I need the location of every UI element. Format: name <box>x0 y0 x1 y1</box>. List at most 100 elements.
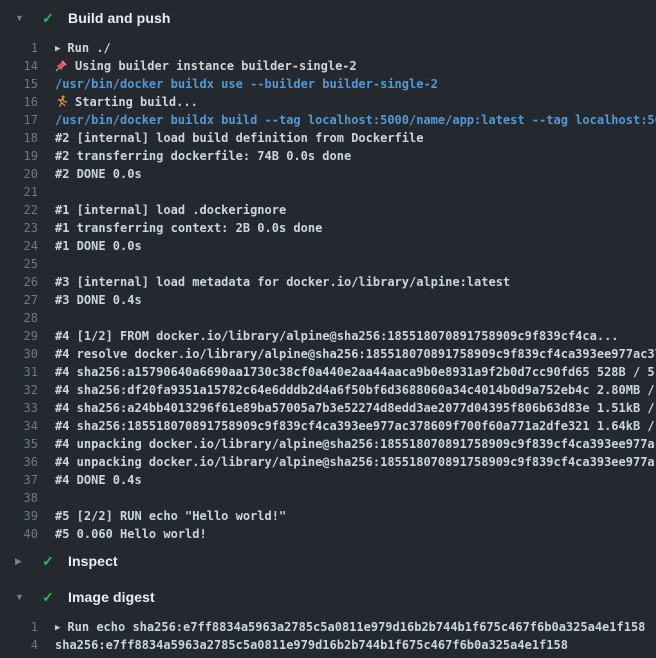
line-text: #3 [internal] load metadata for docker.i… <box>55 275 510 289</box>
line-number[interactable]: 31 <box>0 365 38 379</box>
line-number[interactable]: 37 <box>0 473 38 487</box>
line-number[interactable]: 36 <box>0 455 38 469</box>
section-toggle-icon[interactable]: ▼ <box>15 593 28 602</box>
line-number[interactable]: 19 <box>0 149 38 163</box>
log-line: 18 #2 [internal] load build definition f… <box>0 129 656 147</box>
line-number[interactable]: 1 <box>0 620 38 634</box>
line-text: #5 0.060 Hello world! <box>55 527 207 541</box>
section-header[interactable]: ▶ ✓ Inspect <box>0 543 656 579</box>
line-number[interactable]: 28 <box>0 311 38 325</box>
log-line: 28 <box>0 309 656 327</box>
line-number[interactable]: 20 <box>0 167 38 181</box>
check-success-icon: ✓ <box>40 554 56 568</box>
log-line: 33 #4 sha256:a24bb4013296f61e89ba57005a7… <box>0 399 656 417</box>
log-section: ▶ ✓ Inspect <box>0 543 656 579</box>
line-number[interactable]: 4 <box>0 638 38 652</box>
section-title[interactable]: Build and push <box>68 10 171 26</box>
check-success-icon: ✓ <box>40 11 56 25</box>
line-text: #2 DONE 0.0s <box>55 167 142 181</box>
log-line: 40 #5 0.060 Hello world! <box>0 525 656 543</box>
log-line: 26 #3 [internal] load metadata for docke… <box>0 273 656 291</box>
log-line: 4 sha256:e7ff8834a5963a2785c5a0811e979d1… <box>0 636 656 654</box>
line-text: #4 sha256:df20fa9351a15782c64e6dddb2d4a6… <box>55 383 655 397</box>
line-text: #4 unpacking docker.io/library/alpine@sh… <box>55 437 655 451</box>
line-number[interactable]: 29 <box>0 329 38 343</box>
line-text: #1 DONE 0.0s <box>55 239 142 253</box>
line-number[interactable]: 30 <box>0 347 38 361</box>
section-header[interactable]: ▼ ✓ Image digest <box>0 579 656 615</box>
log-line: 17 /usr/bin/docker buildx build --tag lo… <box>0 111 656 129</box>
log-line: 39 #5 [2/2] RUN echo "Hello world!" <box>0 507 656 525</box>
log-line: 38 <box>0 489 656 507</box>
line-text: #1 [internal] load .dockerignore <box>55 203 286 217</box>
log-line: 23 #1 transferring context: 2B 0.0s done <box>0 219 656 237</box>
section-header[interactable]: ▼ ✓ Build and push <box>0 0 656 36</box>
log-line: 37 #4 DONE 0.4s <box>0 471 656 489</box>
line-number[interactable]: 35 <box>0 437 38 451</box>
log-section: ▼ ✓ Image digest 1 ▶Run echo sha256:e7ff… <box>0 579 656 654</box>
log-line: 32 #4 sha256:df20fa9351a15782c64e6dddb2d… <box>0 381 656 399</box>
log-line: 31 #4 sha256:a15790640a6690aa1730c38cf0a… <box>0 363 656 381</box>
log-line: 21 <box>0 183 656 201</box>
log-line: 19 #2 transferring dockerfile: 74B 0.0s … <box>0 147 656 165</box>
line-number[interactable]: 38 <box>0 491 38 505</box>
line-number[interactable]: 34 <box>0 419 38 433</box>
line-text: #4 unpacking docker.io/library/alpine@sh… <box>55 455 655 469</box>
expand-run-icon[interactable]: ▶ <box>55 623 60 633</box>
line-text: #4 sha256:a24bb4013296f61e89ba57005a7b3e… <box>55 401 655 415</box>
section-title[interactable]: Image digest <box>68 589 155 605</box>
line-number[interactable]: 32 <box>0 383 38 397</box>
line-text: #2 transferring dockerfile: 74B 0.0s don… <box>55 149 351 163</box>
log-line: 15 /usr/bin/docker buildx use --builder … <box>0 75 656 93</box>
line-number[interactable]: 17 <box>0 113 38 127</box>
section-lines: 1 ▶Run echo sha256:e7ff8834a5963a2785c5a… <box>0 618 656 654</box>
log-line: 25 <box>0 255 656 273</box>
expand-run-icon[interactable]: ▶ <box>55 44 60 54</box>
log-line: 1 ▶Run echo sha256:e7ff8834a5963a2785c5a… <box>0 618 656 636</box>
line-text: ▶Run echo sha256:e7ff8834a5963a2785c5a08… <box>55 620 645 634</box>
line-number[interactable]: 40 <box>0 527 38 541</box>
line-number[interactable]: 14 <box>0 59 38 73</box>
line-number[interactable]: 23 <box>0 221 38 235</box>
line-text: Using builder instance builder-single-2 <box>55 59 357 73</box>
section-lines: 1 ▶Run ./ 14 Using builder instance buil… <box>0 39 656 543</box>
line-text: #3 DONE 0.4s <box>55 293 142 307</box>
line-text: #2 [internal] load build definition from… <box>55 131 423 145</box>
line-text: #4 sha256:a15790640a6690aa1730c38cf0a440… <box>55 365 655 379</box>
log-line: 14 Using builder instance builder-single… <box>0 57 656 75</box>
log-line: 34 #4 sha256:185518070891758909c9f839cf4… <box>0 417 656 435</box>
line-number[interactable]: 39 <box>0 509 38 523</box>
line-number[interactable]: 21 <box>0 185 38 199</box>
line-number[interactable]: 27 <box>0 293 38 307</box>
line-text: sha256:e7ff8834a5963a2785c5a0811e979d16b… <box>55 638 568 652</box>
section-toggle-icon[interactable]: ▼ <box>15 14 28 23</box>
workflow-log-viewer: ▼ ✓ Build and push 1 ▶Run ./ 14 Using bu… <box>0 0 656 654</box>
check-success-icon: ✓ <box>40 590 56 604</box>
line-text: /usr/bin/docker buildx build --tag local… <box>55 113 656 127</box>
line-text: #5 [2/2] RUN echo "Hello world!" <box>55 509 286 523</box>
line-number[interactable]: 1 <box>0 41 38 55</box>
line-number[interactable]: 15 <box>0 77 38 91</box>
line-text: Starting build... <box>55 95 198 109</box>
line-text: #4 [1/2] FROM docker.io/library/alpine@s… <box>55 329 619 343</box>
log-line: 35 #4 unpacking docker.io/library/alpine… <box>0 435 656 453</box>
log-line: 36 #4 unpacking docker.io/library/alpine… <box>0 453 656 471</box>
log-line: 29 #4 [1/2] FROM docker.io/library/alpin… <box>0 327 656 345</box>
line-text: #4 DONE 0.4s <box>55 473 142 487</box>
log-line: 24 #1 DONE 0.0s <box>0 237 656 255</box>
line-number[interactable]: 33 <box>0 401 38 415</box>
line-text: #4 resolve docker.io/library/alpine@sha2… <box>55 347 656 361</box>
line-text: ▶Run ./ <box>55 41 111 55</box>
log-line: 30 #4 resolve docker.io/library/alpine@s… <box>0 345 656 363</box>
line-number[interactable]: 24 <box>0 239 38 253</box>
line-number[interactable]: 25 <box>0 257 38 271</box>
section-toggle-icon[interactable]: ▶ <box>15 557 28 566</box>
line-text: /usr/bin/docker buildx use --builder bui… <box>55 77 438 91</box>
section-title[interactable]: Inspect <box>68 553 118 569</box>
line-number[interactable]: 26 <box>0 275 38 289</box>
log-line: 16 Starting build... <box>0 93 656 111</box>
pushpin-emoji <box>55 59 69 72</box>
line-number[interactable]: 18 <box>0 131 38 145</box>
line-number[interactable]: 22 <box>0 203 38 217</box>
line-number[interactable]: 16 <box>0 95 38 109</box>
